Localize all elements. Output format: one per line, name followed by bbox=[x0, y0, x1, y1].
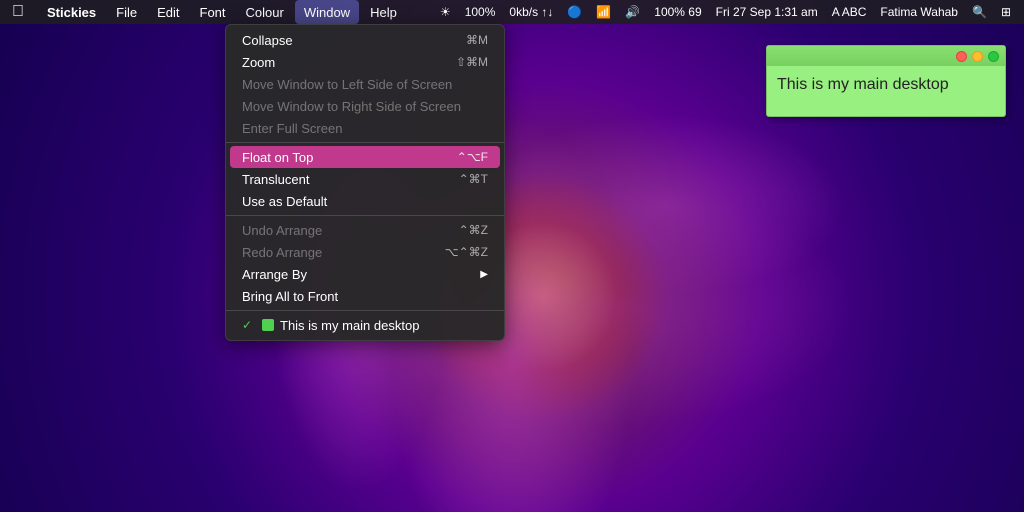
menu-separator-1 bbox=[226, 142, 504, 143]
menubar-stickies[interactable]: Stickies bbox=[38, 0, 105, 24]
menu-item-fullscreen: Enter Full Screen bbox=[226, 117, 504, 139]
translucent-shortcut: ⌃⌘T bbox=[459, 172, 488, 186]
zoom-shortcut: ⇧⌘M bbox=[456, 55, 488, 69]
collapse-shortcut: ⌘M bbox=[466, 33, 488, 47]
volume-icon[interactable]: 🔊 bbox=[620, 0, 645, 24]
menubar-file[interactable]: File bbox=[107, 0, 146, 24]
keyboard-layout: A ABC bbox=[827, 0, 872, 24]
menubar-window[interactable]: Window bbox=[295, 0, 359, 24]
menu-item-translucent[interactable]: Translucent ⌃⌘T bbox=[226, 168, 504, 190]
bluetooth-icon[interactable]: 🔵 bbox=[562, 0, 587, 24]
battery-status: 100% 69 bbox=[649, 0, 706, 24]
control-center-icon[interactable]: ⊞ bbox=[996, 0, 1016, 24]
wifi-icon[interactable]: 📶 bbox=[591, 0, 616, 24]
menu-item-bring-all-front[interactable]: Bring All to Front bbox=[226, 285, 504, 307]
float-shortcut: ⌃⌥F bbox=[457, 150, 488, 164]
window-color-dot bbox=[262, 319, 274, 331]
sticky-minimize-button[interactable] bbox=[972, 51, 983, 62]
brightness-icon[interactable]: ☀ bbox=[435, 0, 456, 24]
sticky-maximize-button[interactable] bbox=[988, 51, 999, 62]
menu-separator-3 bbox=[226, 310, 504, 311]
network-activity: 0kb/s ↑↓ bbox=[504, 0, 558, 24]
sticky-titlebar bbox=[767, 46, 1005, 66]
sticky-note[interactable]: This is my main desktop bbox=[766, 45, 1006, 117]
menu-item-undo-arrange: Undo Arrange ⌃⌘Z bbox=[226, 219, 504, 241]
menu-item-float-on-top[interactable]: Float on Top ⌃⌥F bbox=[230, 146, 500, 168]
window-dropdown-menu: Collapse ⌘M Zoom ⇧⌘M Move Window to Left… bbox=[225, 24, 505, 341]
menu-item-zoom[interactable]: Zoom ⇧⌘M bbox=[226, 51, 504, 73]
menu-item-use-as-default[interactable]: Use as Default bbox=[226, 190, 504, 212]
undo-arrange-shortcut: ⌃⌘Z bbox=[459, 223, 488, 237]
datetime: Fri 27 Sep 1:31 am bbox=[711, 0, 823, 24]
brightness-percent: 100% bbox=[460, 0, 501, 24]
checkmark-icon: ✓ bbox=[242, 318, 258, 332]
sticky-close-button[interactable] bbox=[956, 51, 967, 62]
menu-item-sticky-window[interactable]: ✓ This is my main desktop bbox=[226, 314, 504, 336]
menubar-right: ☀ 100% 0kb/s ↑↓ 🔵 📶 🔊 100% 69 Fri 27 Sep… bbox=[435, 0, 1024, 24]
menubar:  Stickies File Edit Font Colour Window … bbox=[0, 0, 1024, 24]
menu-separator-2 bbox=[226, 215, 504, 216]
redo-arrange-shortcut: ⌥⌃⌘Z bbox=[445, 245, 488, 259]
menubar-help[interactable]: Help bbox=[361, 0, 406, 24]
menu-item-move-left: Move Window to Left Side of Screen bbox=[226, 73, 504, 95]
arrange-by-arrow: ▶ bbox=[480, 269, 488, 280]
menu-item-redo-arrange: Redo Arrange ⌥⌃⌘Z bbox=[226, 241, 504, 263]
apple-menu[interactable]:  bbox=[0, 0, 36, 24]
sticky-content[interactable]: This is my main desktop bbox=[767, 66, 1005, 116]
user-name: Fatima Wahab bbox=[875, 0, 963, 24]
menubar-left:  Stickies File Edit Font Colour Window … bbox=[0, 0, 406, 24]
menu-item-collapse[interactable]: Collapse ⌘M bbox=[226, 29, 504, 51]
spotlight-icon[interactable]: 🔍 bbox=[967, 0, 992, 24]
menu-item-move-right: Move Window to Right Side of Screen bbox=[226, 95, 504, 117]
menu-item-arrange-by[interactable]: Arrange By ▶ bbox=[226, 263, 504, 285]
menubar-font[interactable]: Font bbox=[191, 0, 235, 24]
menubar-edit[interactable]: Edit bbox=[148, 0, 188, 24]
menubar-colour[interactable]: Colour bbox=[237, 0, 293, 24]
